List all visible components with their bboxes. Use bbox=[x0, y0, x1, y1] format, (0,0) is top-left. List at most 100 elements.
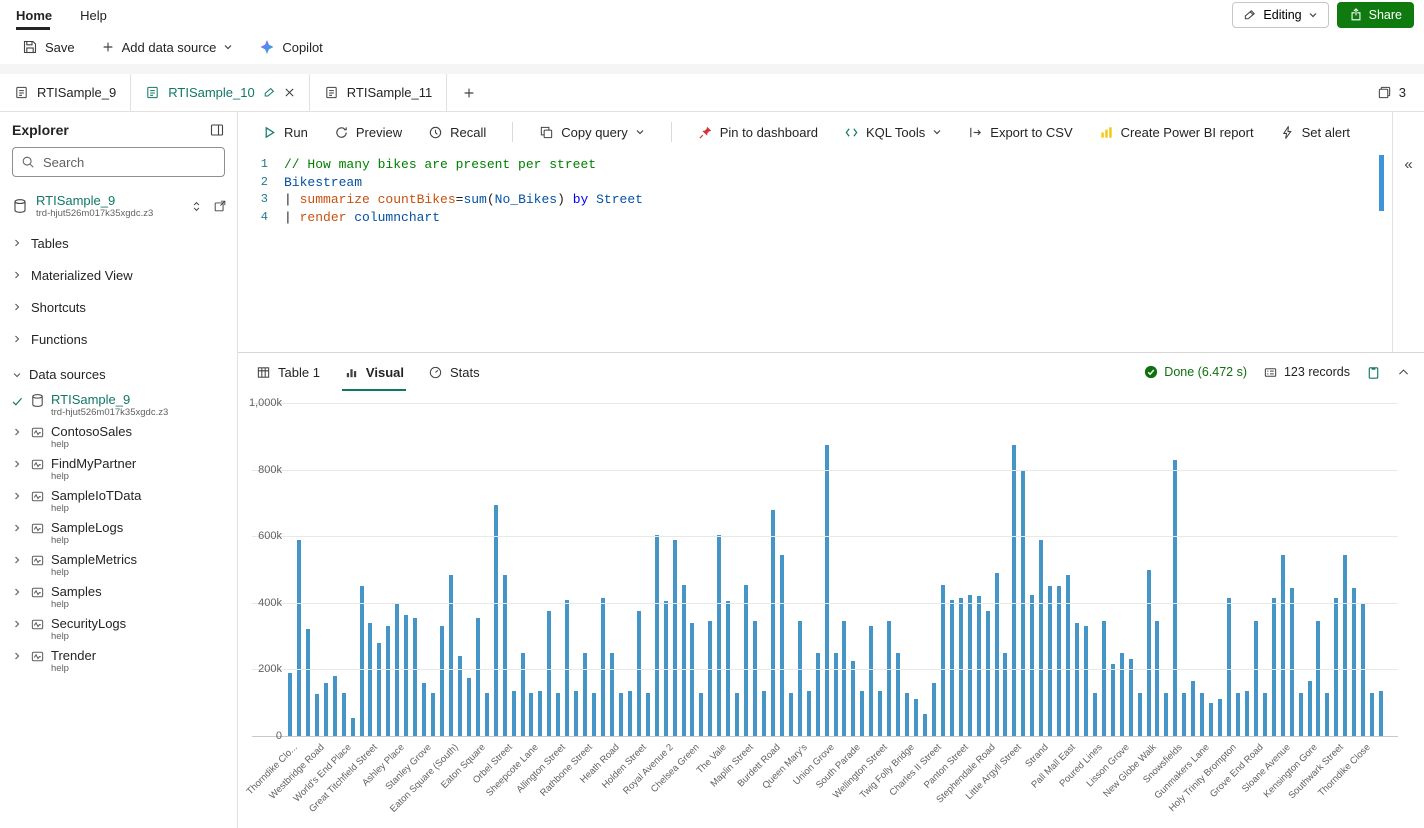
chart-bar[interactable] bbox=[449, 575, 453, 737]
chart-bar[interactable] bbox=[798, 621, 802, 736]
chart-bar[interactable] bbox=[825, 445, 829, 736]
chart-bar[interactable] bbox=[503, 575, 507, 737]
chart-bar[interactable] bbox=[1138, 693, 1142, 736]
chart-bar[interactable] bbox=[735, 693, 739, 736]
chart-bar[interactable] bbox=[333, 676, 337, 736]
chart-bar[interactable] bbox=[1093, 693, 1097, 736]
chart-bar[interactable] bbox=[1164, 693, 1168, 736]
code-line[interactable]: 4| render columnchart bbox=[238, 209, 1390, 227]
chart-bar[interactable] bbox=[905, 693, 909, 736]
chart-bar[interactable] bbox=[431, 693, 435, 736]
chart-bar[interactable] bbox=[941, 585, 945, 737]
chart-bar[interactable] bbox=[529, 693, 533, 736]
chart-bar[interactable] bbox=[368, 623, 372, 736]
chart-bar[interactable] bbox=[646, 693, 650, 736]
chart-bar[interactable] bbox=[386, 626, 390, 736]
chart-bar[interactable] bbox=[1236, 693, 1240, 736]
chart-bar[interactable] bbox=[610, 653, 614, 736]
open-in-new-icon[interactable] bbox=[213, 199, 227, 213]
chart-bar[interactable] bbox=[1057, 586, 1061, 736]
expand-panel-icon[interactable]: « bbox=[1404, 156, 1412, 173]
chart-bar[interactable] bbox=[780, 555, 784, 737]
chart-bar[interactable] bbox=[494, 505, 498, 736]
chart-bar[interactable] bbox=[1299, 693, 1303, 736]
chart-bar[interactable] bbox=[1227, 598, 1231, 736]
chart-bar[interactable] bbox=[1308, 681, 1312, 736]
chart-bar[interactable] bbox=[995, 573, 999, 736]
chart-bar[interactable] bbox=[342, 693, 346, 736]
chart-bar[interactable] bbox=[413, 618, 417, 736]
collapse-pane-icon[interactable] bbox=[209, 122, 225, 138]
results-tab-visual[interactable]: Visual bbox=[332, 353, 416, 391]
chart-bar[interactable] bbox=[771, 510, 775, 736]
chart-bar[interactable] bbox=[807, 691, 811, 736]
chart-bar[interactable] bbox=[404, 615, 408, 737]
collapse-results-icon[interactable] bbox=[1397, 366, 1410, 379]
chart-bar[interactable] bbox=[538, 691, 542, 736]
data-source-item[interactable]: FindMyPartnerhelp bbox=[0, 453, 237, 485]
preview-button[interactable]: Preview bbox=[334, 125, 402, 140]
close-tab-icon[interactable] bbox=[284, 87, 295, 98]
chart-bar[interactable] bbox=[1155, 621, 1159, 736]
menu-home[interactable]: Home bbox=[16, 8, 52, 23]
chart-bar[interactable] bbox=[834, 653, 838, 736]
chart-bar[interactable] bbox=[923, 714, 927, 736]
chart-bar[interactable] bbox=[1003, 653, 1007, 736]
tab-rtisample-10[interactable]: RTISample_10 bbox=[131, 74, 309, 111]
code-editor[interactable]: 1// How many bikes are present per stree… bbox=[238, 152, 1390, 352]
chart-bar[interactable] bbox=[1200, 693, 1204, 736]
chart-bar[interactable] bbox=[1012, 445, 1016, 736]
chart-bar[interactable] bbox=[565, 600, 569, 737]
chart-bar[interactable] bbox=[1281, 555, 1285, 737]
data-source-item[interactable]: SampleMetricshelp bbox=[0, 549, 237, 581]
chart-bar[interactable] bbox=[851, 661, 855, 736]
chart-bar[interactable] bbox=[1379, 691, 1383, 736]
chart-bar[interactable] bbox=[1316, 621, 1320, 736]
search-input[interactable] bbox=[41, 154, 216, 171]
chart-bar[interactable] bbox=[315, 694, 319, 736]
chart-bar[interactable] bbox=[914, 699, 918, 736]
chart-bar[interactable] bbox=[1290, 588, 1294, 736]
data-source-item[interactable]: SampleLogshelp bbox=[0, 517, 237, 549]
chart-bar[interactable] bbox=[288, 673, 292, 736]
results-tab-table[interactable]: Table 1 bbox=[244, 353, 332, 391]
data-source-item[interactable]: SecurityLogshelp bbox=[0, 613, 237, 645]
chart-bar[interactable] bbox=[1173, 460, 1177, 736]
chart-bar[interactable] bbox=[628, 691, 632, 736]
chart-bar[interactable] bbox=[717, 535, 721, 737]
chart-bar[interactable] bbox=[1218, 699, 1222, 736]
set-alert-button[interactable]: Set alert bbox=[1280, 125, 1350, 140]
chart-bar[interactable] bbox=[1245, 691, 1249, 736]
chart-bar[interactable] bbox=[690, 623, 694, 736]
editor-scrollbar[interactable] bbox=[1379, 155, 1384, 211]
chart-bar[interactable] bbox=[1343, 555, 1347, 737]
chart-bar[interactable] bbox=[977, 596, 981, 736]
tree-item-shortcuts[interactable]: Shortcuts bbox=[0, 291, 237, 323]
chart-bar[interactable] bbox=[1111, 664, 1115, 736]
data-source-item[interactable]: Sampleshelp bbox=[0, 581, 237, 613]
chart-bar[interactable] bbox=[324, 683, 328, 736]
database-selector[interactable]: RTISample_9 trd-hjut526m017k35xgdc.z3 bbox=[0, 189, 237, 227]
new-tab-button[interactable] bbox=[447, 74, 491, 111]
copilot-button[interactable]: Copilot bbox=[249, 33, 332, 61]
data-source-item[interactable]: Trenderhelp bbox=[0, 645, 237, 677]
chart-bar[interactable] bbox=[699, 693, 703, 736]
chart-bar[interactable] bbox=[842, 621, 846, 736]
chart-bar[interactable] bbox=[1263, 693, 1267, 736]
run-button[interactable]: Run bbox=[262, 125, 308, 140]
chart-bar[interactable] bbox=[869, 626, 873, 736]
chart-bar[interactable] bbox=[878, 691, 882, 736]
chart-bar[interactable] bbox=[1048, 586, 1052, 736]
code-line[interactable]: 2Bikestream bbox=[238, 174, 1390, 192]
chart-bar[interactable] bbox=[458, 656, 462, 736]
chart-bar[interactable] bbox=[592, 693, 596, 736]
menu-help[interactable]: Help bbox=[80, 8, 107, 23]
chart-bar[interactable] bbox=[1120, 653, 1124, 736]
chart-bar[interactable] bbox=[959, 598, 963, 736]
chart-bar[interactable] bbox=[753, 621, 757, 736]
expand-collapse-icon[interactable] bbox=[190, 200, 203, 213]
data-source-item[interactable]: RTISample_9trd-hjut526m017k35xgdc.z3 bbox=[0, 389, 237, 421]
chart-bar[interactable] bbox=[422, 683, 426, 736]
chart-bar[interactable] bbox=[521, 653, 525, 736]
chart-bar[interactable] bbox=[986, 611, 990, 736]
